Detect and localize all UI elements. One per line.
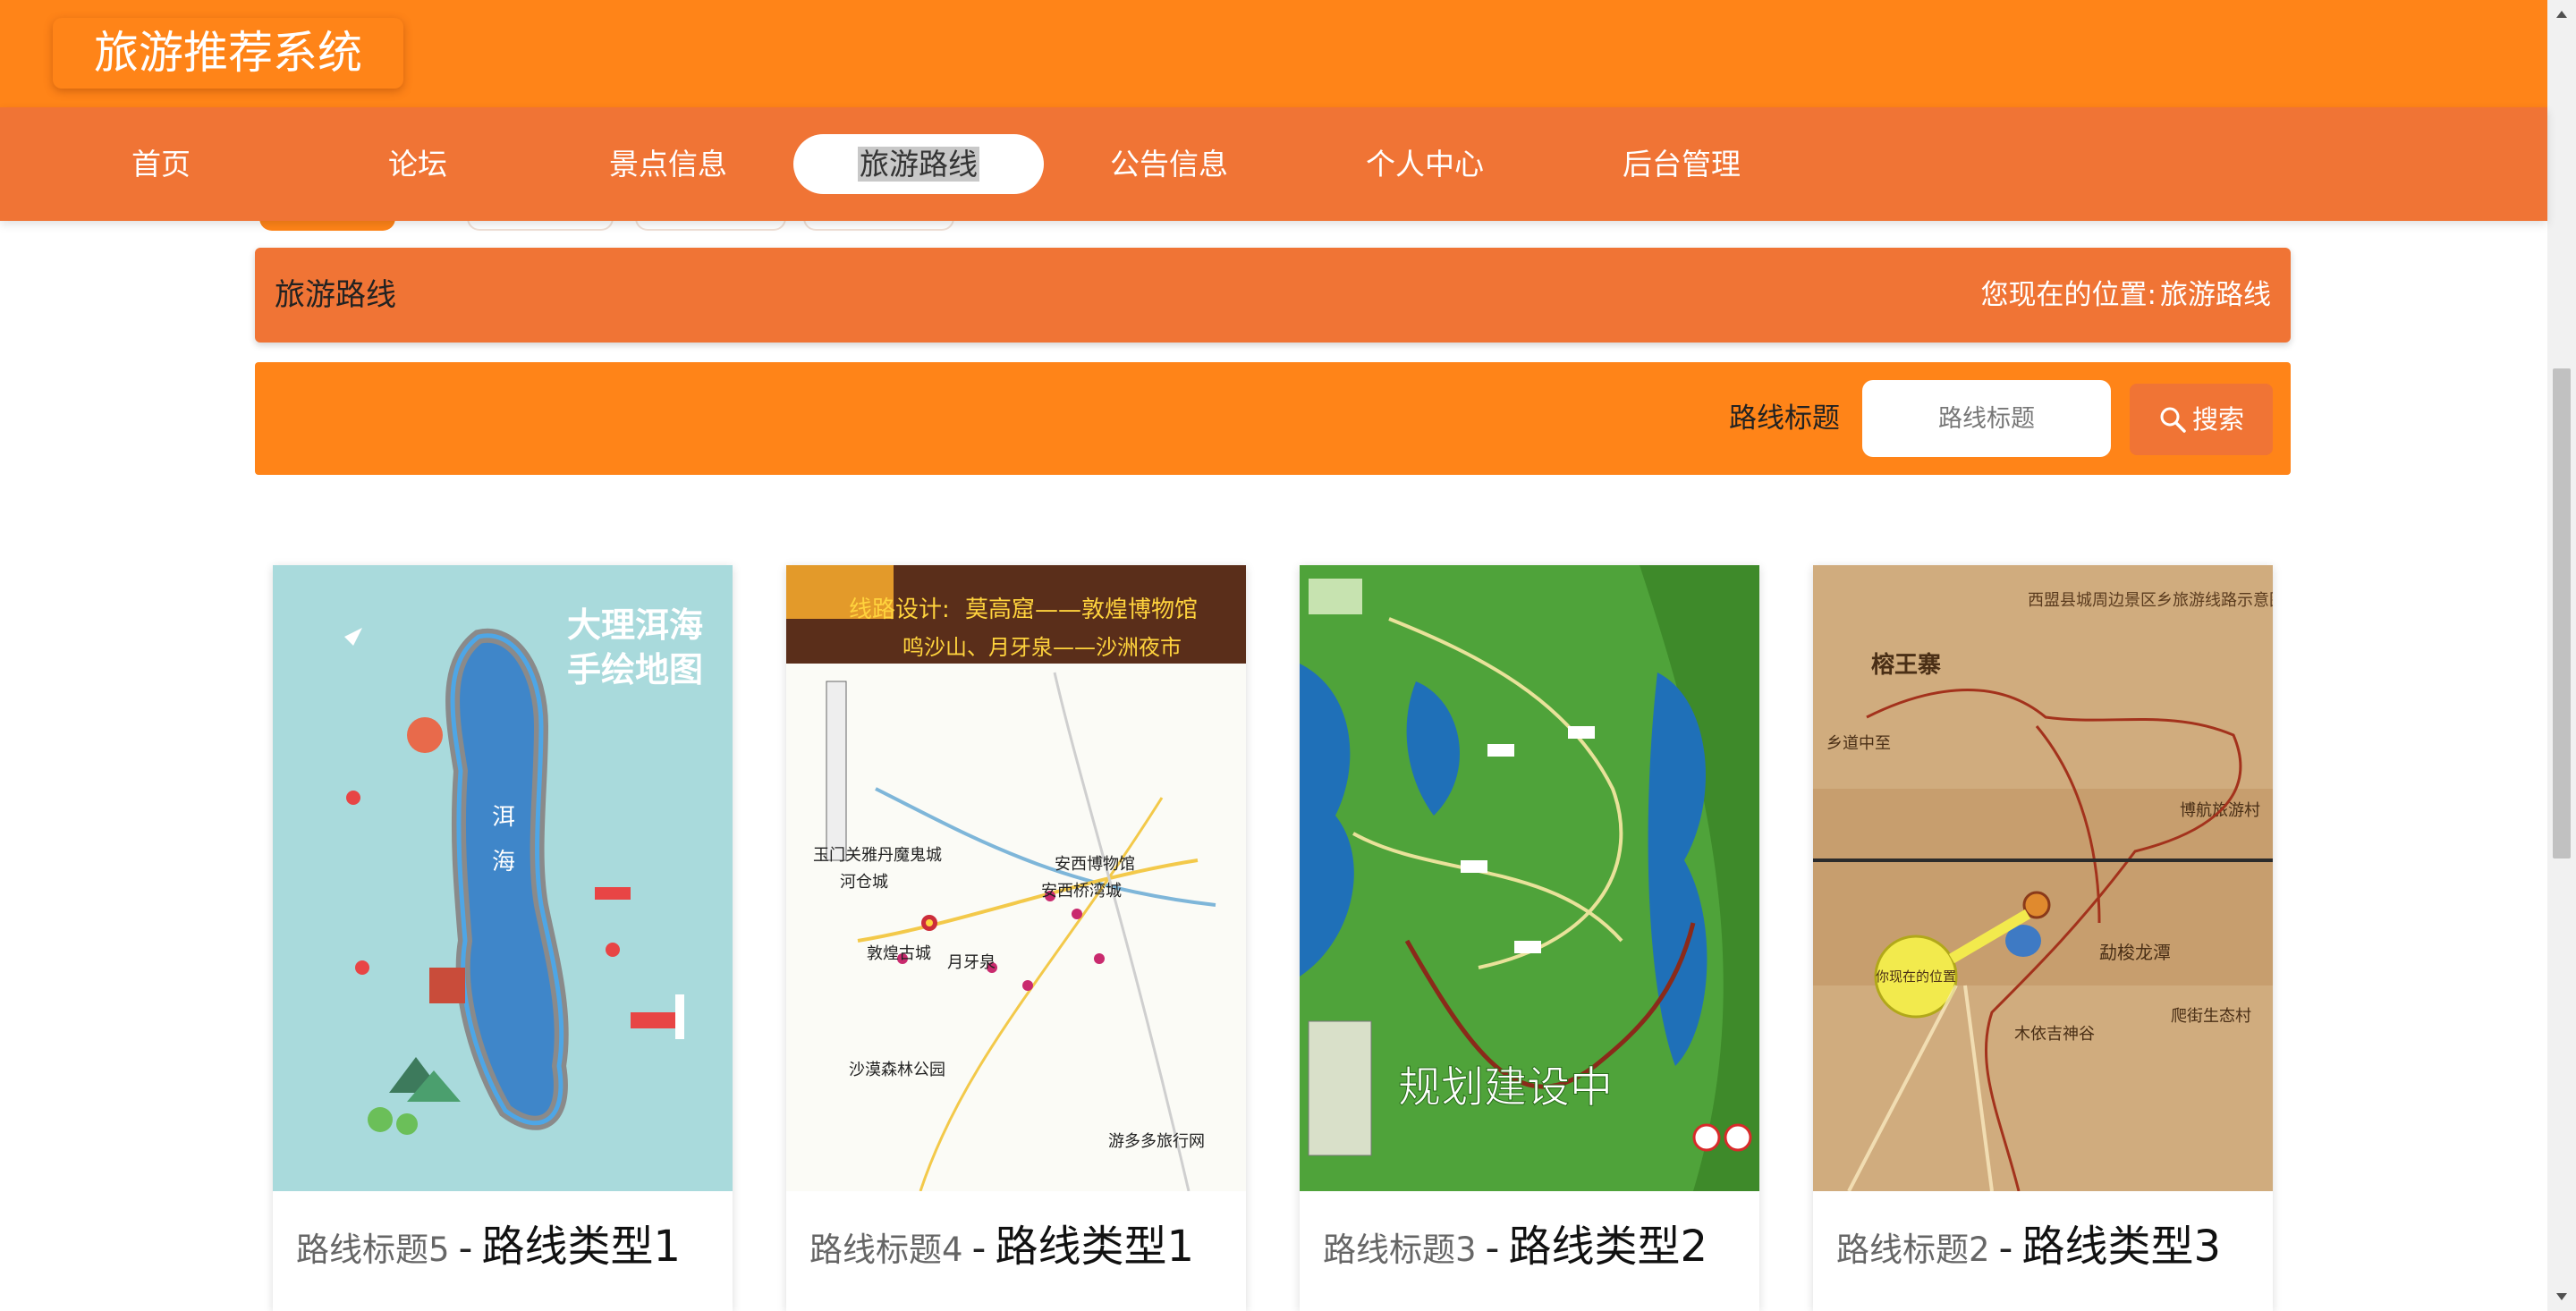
caption-separator: - [458, 1225, 473, 1271]
map-title: 线路设计: [849, 596, 950, 623]
route-map-image[interactable]: 线路设计: 莫高窟——敦煌博物馆 鸣沙山、月牙泉——沙洲夜市 玉门关雅丹魔鬼城 … [786, 565, 1246, 1191]
map-subtitle: 手绘地图 [567, 650, 703, 689]
map-label: 勐梭龙潭 [2099, 942, 2171, 963]
route-type: 路线类型3 [2021, 1222, 2221, 1272]
map-title: 大理洱海 [567, 605, 703, 645]
breadcrumb-bar: 旅游路线 您现在的位置: 旅游路线 [255, 248, 2291, 343]
nav-item-home[interactable]: 首页 [36, 134, 286, 194]
page-title: 旅游路线 [275, 277, 396, 313]
route-map-image[interactable]: 西盟县城周边景区乡旅游线路示意图 榕王寨 乡道中至 勐梭龙潭 木依吉神谷 爬街生… [1813, 565, 2273, 1191]
map-label: 海 [492, 849, 515, 875]
route-card[interactable]: 线路设计: 莫高窟——敦煌博物馆 鸣沙山、月牙泉——沙洲夜市 玉门关雅丹魔鬼城 … [786, 565, 1246, 1311]
nav-item-label: 后台管理 [1623, 147, 1741, 182]
map-title: 规划建设中 [1398, 1062, 1613, 1112]
map-title: 榕王寨 [1871, 651, 1941, 679]
nav-item-attractions[interactable]: 景点信息 [543, 134, 793, 194]
nav-item-profile[interactable]: 个人中心 [1300, 134, 1550, 194]
scrollbar[interactable] [2547, 0, 2576, 1311]
map-label: 西盟县城周边景区乡旅游线路示意图 [2028, 591, 2273, 610]
main-nav: 首页 论坛 景点信息 旅游路线 公告信息 个人中心 后台管理 [0, 107, 2547, 221]
top-header: 旅游推荐系统 [0, 0, 2547, 107]
scroll-thumb[interactable] [2553, 368, 2571, 858]
route-title: 路线标题2 [1836, 1231, 1990, 1269]
scroll-down-arrow-icon[interactable] [2547, 1282, 2576, 1311]
search-icon [2160, 407, 2186, 433]
route-title: 路线标题3 [1323, 1231, 1477, 1269]
map-label: 安西博物馆 [1055, 855, 1135, 874]
nav-item-routes[interactable]: 旅游路线 [793, 134, 1044, 194]
route-type: 路线类型1 [481, 1222, 681, 1272]
route-card-caption: 路线标题2- 路线类型3 [1836, 1211, 2221, 1273]
map-label: 河仓城 [840, 873, 888, 892]
scroll-up-arrow-icon[interactable] [2547, 0, 2576, 29]
search-input[interactable] [1862, 380, 2111, 457]
route-title: 路线标题4 [809, 1231, 963, 1269]
nav-item-label: 公告信息 [1110, 147, 1228, 182]
map-label: 沙漠森林公园 [849, 1061, 945, 1079]
nav-item-label: 旅游路线 [858, 147, 979, 182]
map-label: 安西桥湾城 [1041, 882, 1122, 901]
route-card-caption: 路线标题5- 路线类型1 [296, 1211, 681, 1273]
map-label: 游多多旅行网 [1108, 1132, 1205, 1151]
nav-item-label: 首页 [131, 147, 191, 182]
map-label: 玉门关雅丹魔鬼城 [813, 846, 942, 865]
nav-item-label: 个人中心 [1366, 147, 1484, 182]
route-type: 路线类型1 [995, 1222, 1194, 1272]
caption-separator: - [1485, 1225, 1500, 1271]
map-label: 木依吉神谷 [2014, 1025, 2095, 1044]
breadcrumb: 您现在的位置: 旅游路线 [1981, 248, 2271, 343]
search-button-label: 搜索 [2191, 404, 2244, 435]
map-label: 鸣沙山、月牙泉——沙洲夜市 [902, 635, 1182, 660]
route-type: 路线类型2 [1508, 1222, 1707, 1272]
route-card[interactable]: 西盟县城周边景区乡旅游线路示意图 榕王寨 乡道中至 勐梭龙潭 木依吉神谷 爬街生… [1813, 565, 2273, 1311]
caption-separator: - [971, 1225, 987, 1271]
map-label: 月牙泉 [947, 953, 996, 972]
nav-item-label: 景点信息 [609, 147, 727, 182]
nav-item-admin[interactable]: 后台管理 [1556, 134, 1807, 194]
map-label: 爬街生态村 [2171, 1007, 2251, 1026]
search-label: 路线标题 [1729, 402, 1840, 435]
nav-item-label: 论坛 [388, 147, 447, 182]
search-bar: 路线标题 搜索 [255, 362, 2291, 475]
nav-item-forum[interactable]: 论坛 [292, 134, 543, 194]
search-button[interactable]: 搜索 [2130, 384, 2273, 455]
map-label: 乡道中至 [1826, 734, 1891, 753]
map-label: 敦煌古城 [867, 944, 931, 963]
breadcrumb-current[interactable]: 旅游路线 [2160, 279, 2271, 311]
breadcrumb-label: 您现在的位置: [1980, 279, 2157, 311]
route-title: 路线标题5 [296, 1231, 450, 1269]
route-card[interactable]: 大理洱海 手绘地图 洱 海 路线标题5- 路线类型1 [273, 565, 733, 1311]
site-logo[interactable]: 旅游推荐系统 [53, 18, 403, 89]
route-card-caption: 路线标题3- 路线类型2 [1323, 1211, 1707, 1273]
map-label: 洱 [492, 804, 515, 831]
route-map-image[interactable]: 大理洱海 手绘地图 洱 海 [273, 565, 733, 1191]
map-label: 莫高窟——敦煌博物馆 [965, 596, 1198, 623]
route-card[interactable]: 规划建设中 路线标题3- 路线类型2 [1300, 565, 1759, 1311]
route-card-caption: 路线标题4- 路线类型1 [809, 1211, 1194, 1273]
nav-item-announcements[interactable]: 公告信息 [1044, 134, 1294, 194]
route-map-image[interactable]: 规划建设中 [1300, 565, 1759, 1191]
map-label: 你现在的位置 [1876, 968, 1956, 985]
caption-separator: - [1998, 1225, 2013, 1271]
